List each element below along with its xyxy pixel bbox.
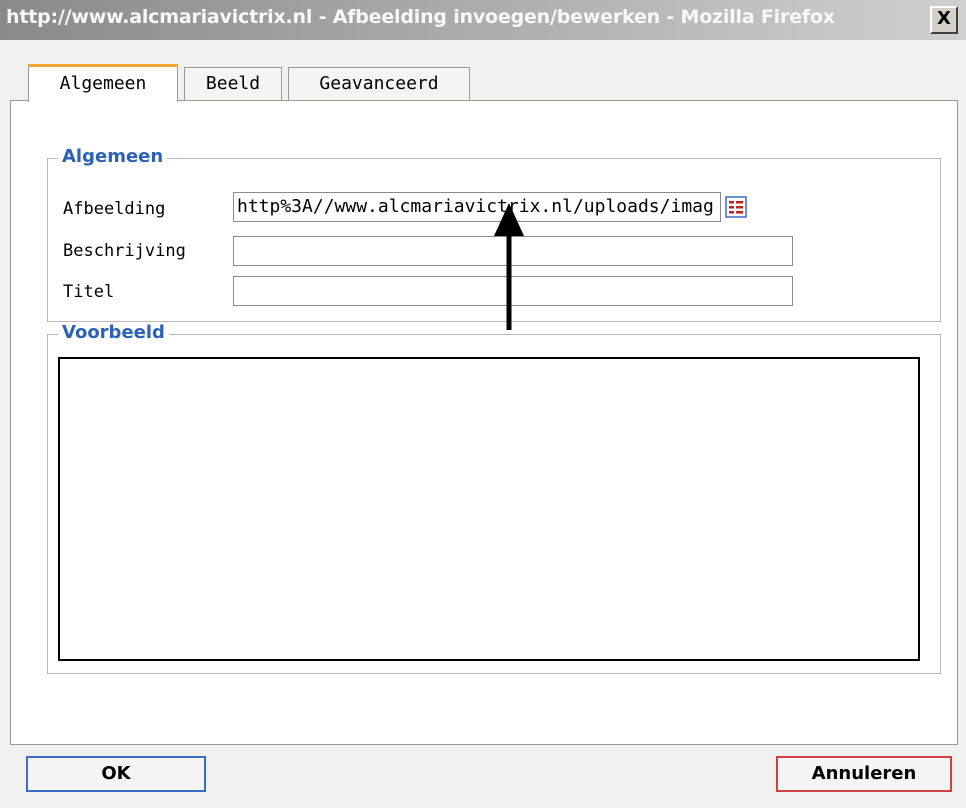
image-url-input[interactable]: http%3A//www.alcmariavictrix.nl/uploads/… [233,192,721,222]
tab-algemeen[interactable]: Algemeen [28,64,178,102]
tab-geavanceerd[interactable]: Geavanceerd [288,67,470,101]
preview-fieldset: Voorbeeld [47,322,941,674]
tab-panel: Algemeen Afbeelding http%3A//www.alcmari… [10,100,958,745]
ok-button[interactable]: OK [26,756,206,792]
title-input[interactable] [233,276,793,306]
preview-legend: Voorbeeld [58,322,169,343]
close-button[interactable]: X [930,6,958,34]
title-bar[interactable]: http://www.alcmariavictrix.nl - Afbeeldi… [0,0,966,40]
cancel-button[interactable]: Annuleren [776,756,952,792]
general-legend: Algemeen [58,146,168,167]
dialog-window: Algemeen Beeld Geavanceerd Algemeen Afbe… [0,40,966,808]
image-label: Afbeelding [63,199,166,219]
title-label: Titel [63,282,115,302]
window-title: http://www.alcmariavictrix.nl - Afbeeldi… [6,6,835,28]
browse-list-icon[interactable] [725,196,747,218]
tab-beeld[interactable]: Beeld [184,67,282,101]
description-label: Beschrijving [63,241,186,261]
preview-area [58,357,920,661]
description-input[interactable] [233,236,793,266]
